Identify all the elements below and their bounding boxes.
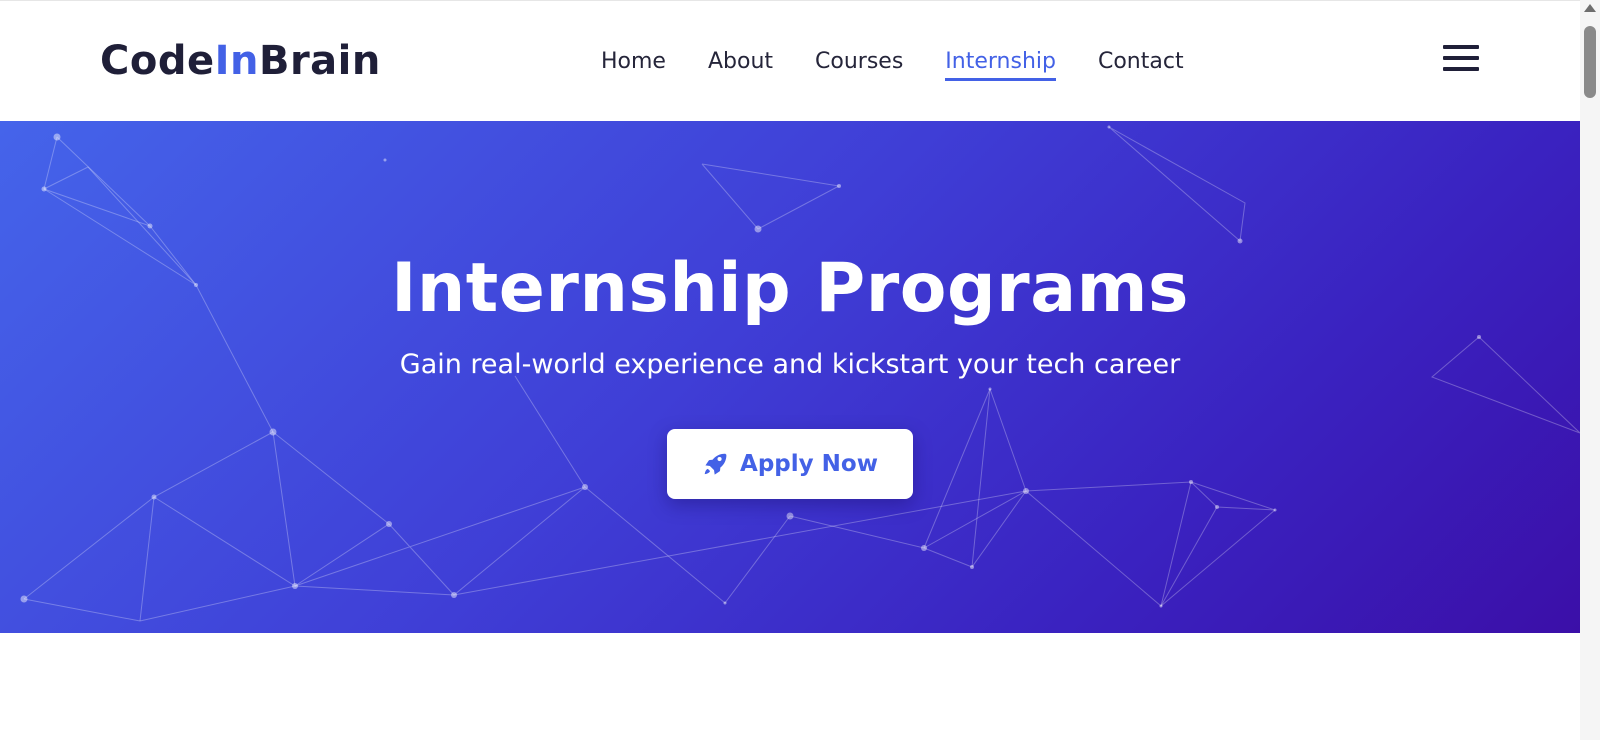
hamburger-bar xyxy=(1443,56,1479,60)
logo-prefix: Code xyxy=(100,38,215,84)
hero-section: Internship Programs Gain real-world expe… xyxy=(0,121,1580,633)
scroll-thumb[interactable] xyxy=(1584,26,1596,98)
hero-subtitle: Gain real-world experience and kickstart… xyxy=(399,349,1181,380)
logo-suffix: Brain xyxy=(258,38,381,84)
rocket-icon xyxy=(704,453,727,475)
hero-title: Internship Programs xyxy=(391,249,1189,328)
scroll-up-arrow-icon[interactable] xyxy=(1584,4,1596,12)
hamburger-bar xyxy=(1443,45,1479,49)
nav-item-about[interactable]: About xyxy=(708,47,773,81)
nav-item-internship[interactable]: Internship xyxy=(945,47,1056,81)
hamburger-icon[interactable] xyxy=(1443,45,1479,75)
apply-now-label: Apply Now xyxy=(740,451,878,477)
hamburger-bar xyxy=(1443,67,1479,71)
main-nav: Home About Courses Internship Contact xyxy=(601,47,1226,81)
logo[interactable]: CodeInBrain xyxy=(100,37,381,85)
nav-item-courses[interactable]: Courses xyxy=(815,47,903,81)
logo-accent: In xyxy=(214,38,259,84)
apply-now-button[interactable]: Apply Now xyxy=(667,429,913,499)
scrollbar[interactable] xyxy=(1580,0,1600,740)
page: CodeInBrain Home About Courses Internshi… xyxy=(0,0,1600,740)
site-header: CodeInBrain Home About Courses Internshi… xyxy=(0,0,1580,121)
nav-item-home[interactable]: Home xyxy=(601,47,666,81)
nav-item-contact[interactable]: Contact xyxy=(1098,47,1184,81)
